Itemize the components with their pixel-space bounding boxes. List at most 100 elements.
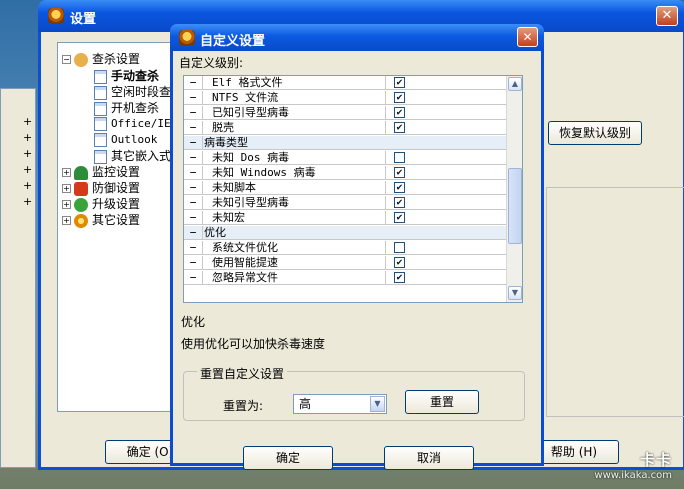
option-label: 未知 Dos 病毒 [212,151,290,164]
grid-scrollbar[interactable]: ▲ ▼ [506,76,522,302]
option-checkbox[interactable]: ✔ [394,212,405,223]
tree-group-other[interactable]: + 其它设置 [62,212,140,228]
grid-option-row[interactable]: − 系统文件优化 [184,241,509,255]
option-checkbox[interactable]: ✔ [394,77,405,88]
grid-divider [202,151,203,165]
grid-divider [385,106,386,120]
option-checkbox[interactable]: ✔ [394,122,405,133]
document-icon [94,117,107,131]
settings-right-panel [546,187,684,417]
collapse-icon[interactable]: − [187,211,199,224]
grid-divider [385,181,386,195]
collapse-icon[interactable]: − [187,121,199,134]
grid-divider [202,121,203,135]
collapse-icon[interactable]: − [187,106,199,119]
option-label: 未知引导型病毒 [212,196,289,209]
tree-expand-icon[interactable]: + [62,200,71,209]
grid-divider [202,271,203,285]
option-checkbox[interactable]: ✔ [394,182,405,193]
grid-option-row[interactable]: − 未知引导型病毒 ✔ [184,196,509,210]
grid-option-row[interactable]: − NTFS 文件流 ✔ [184,91,509,105]
grid-option-row[interactable]: − 未知 Windows 病毒 ✔ [184,166,509,180]
dialog-ok-button[interactable]: 确定 [243,446,333,470]
collapse-icon[interactable]: − [187,181,199,194]
tree-group-defense[interactable]: + 防御设置 [62,180,140,196]
option-checkbox[interactable]: ✔ [394,107,405,118]
umbrella-icon [74,165,88,180]
collapse-icon[interactable]: − [187,256,199,269]
grid-divider [385,241,386,255]
collapse-icon[interactable]: − [187,241,199,254]
dialog-cancel-button[interactable]: 取消 [384,446,474,470]
scroll-up-arrow-icon[interactable]: ▲ [508,77,522,91]
dialog-title: 自定义设置 [200,34,266,49]
tree-item-embedded[interactable]: 其它嵌入式 [94,148,171,164]
edge-expand-icon: + [23,163,33,176]
grid-category-row[interactable]: − 病毒类型 [184,136,509,150]
collapse-icon[interactable]: − [187,166,199,179]
tree-item-manual-scan[interactable]: 手动查杀 [94,68,159,84]
document-icon [94,101,107,116]
custom-level-label: 自定义级别: [179,56,244,70]
tree-group-monitor[interactable]: + 监控设置 [62,164,140,180]
grid-option-row[interactable]: − Elf 格式文件 ✔ [184,76,509,90]
tree-expand-icon[interactable]: + [62,184,71,193]
edge-expand-icon: + [23,131,33,144]
option-checkbox[interactable]: ✔ [394,92,405,103]
tree-collapse-icon[interactable]: − [62,55,71,64]
scroll-thumb[interactable] [508,168,522,244]
option-checkbox[interactable] [394,152,405,163]
grid-option-row[interactable]: − 已知引导型病毒 ✔ [184,106,509,120]
tree-expand-icon[interactable]: + [62,216,71,225]
option-label: 系统文件优化 [212,241,278,254]
grid-option-row[interactable]: − 使用智能提速 ✔ [184,256,509,270]
option-checkbox[interactable]: ✔ [394,197,405,208]
dialog-close-button[interactable]: ✕ [517,27,538,47]
collapse-icon[interactable]: − [187,151,199,164]
option-checkbox[interactable]: ✔ [394,257,405,268]
defense-icon [74,181,88,196]
tree-group-scan[interactable]: − 查杀设置 [62,51,140,67]
document-icon [94,85,107,100]
settings-close-button[interactable]: ✕ [656,6,678,26]
edge-expand-icon: + [23,147,33,160]
rising-shield-icon [179,30,195,46]
watermark: 卡卡 www.ikaka.com [594,449,672,481]
grid-divider [385,256,386,270]
custom-settings-dialog: 自定义设置 ✕ 自定义级别: − Elf 格式文件 ✔ − NTFS 文件流 ✔ − 已知引导… [170,24,544,470]
tree-expand-icon[interactable]: + [62,168,71,177]
option-checkbox[interactable] [394,242,405,253]
tree-item-boot-scan[interactable]: 开机查杀 [94,100,159,116]
grid-divider [202,196,203,210]
option-label: 未知脚本 [212,181,256,194]
chevron-down-icon[interactable]: ▼ [370,396,385,412]
settings-title: 设置 [70,12,97,27]
tree-item-office-ie[interactable]: Office/IE [94,116,171,132]
scroll-down-arrow-icon[interactable]: ▼ [508,286,522,300]
grid-option-row[interactable]: − 未知 Dos 病毒 [184,151,509,165]
option-label: 未知宏 [212,211,245,224]
option-checkbox[interactable]: ✔ [394,272,405,283]
grid-option-row[interactable]: − 脱壳 ✔ [184,121,509,135]
collapse-icon[interactable]: − [187,271,199,284]
grid-option-row[interactable]: − 忽略异常文件 ✔ [184,271,509,285]
settings-tree: − 查杀设置 手动查杀 空闲时段查 开机查杀 Office/IE Outlook … [57,42,177,412]
collapse-icon[interactable]: − [187,226,199,239]
collapse-icon[interactable]: − [187,76,199,89]
collapse-icon[interactable]: − [187,196,199,209]
reset-level-select[interactable]: 高 ▼ [293,394,387,414]
background-window-edge: + + + + + + [0,88,36,468]
restore-default-button[interactable]: 恢复默认级别 [548,121,642,145]
tree-item-outlook[interactable]: Outlook [94,132,157,148]
collapse-icon[interactable]: − [187,91,199,104]
tree-group-upgrade[interactable]: + 升级设置 [62,196,140,212]
edge-expand-icon: + [23,115,33,128]
dialog-titlebar: 自定义设置 [170,24,544,51]
option-checkbox[interactable]: ✔ [394,167,405,178]
grid-option-row[interactable]: − 未知脚本 ✔ [184,181,509,195]
reset-button[interactable]: 重置 [405,390,479,414]
tree-item-idle-scan[interactable]: 空闲时段查 [94,84,171,100]
collapse-icon[interactable]: − [187,136,199,149]
grid-option-row[interactable]: − 未知宏 ✔ [184,211,509,225]
grid-category-row[interactable]: − 优化 [184,226,509,240]
